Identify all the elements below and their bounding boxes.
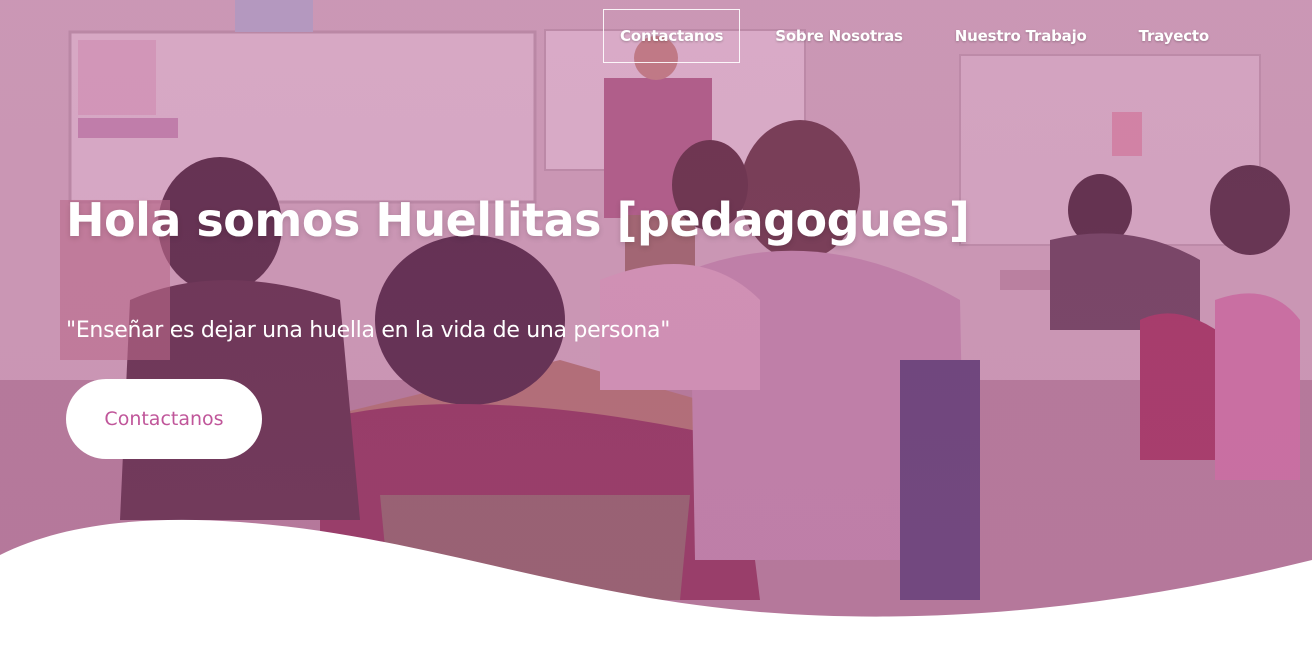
hero-section: Contactanos Sobre Nosotras Nuestro Traba… xyxy=(0,0,1312,659)
nav-item-trayecto[interactable]: Trayecto xyxy=(1122,9,1226,63)
hero-title: Hola somos Huellitas [pedagogues] xyxy=(66,193,970,247)
contact-cta-button[interactable]: Contactanos xyxy=(66,379,262,459)
hero-quote: "Enseñar es dejar una huella en la vida … xyxy=(66,318,671,343)
nav-item-nuestro-trabajo[interactable]: Nuestro Trabajo xyxy=(938,9,1104,63)
nav-item-contactanos[interactable]: Contactanos xyxy=(603,9,741,63)
nav-item-sobre-nosotras[interactable]: Sobre Nosotras xyxy=(758,9,920,63)
top-navigation: Contactanos Sobre Nosotras Nuestro Traba… xyxy=(599,9,1226,63)
